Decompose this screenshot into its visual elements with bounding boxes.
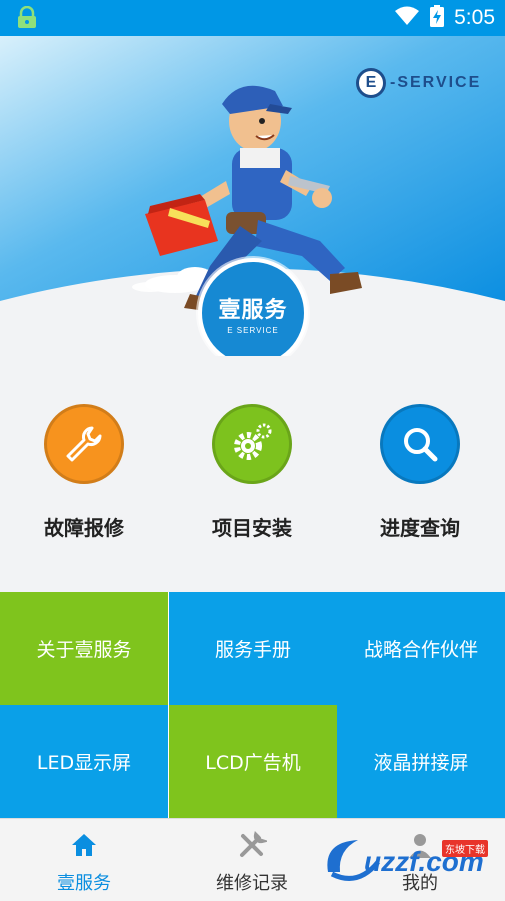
gear-icon <box>212 404 292 484</box>
site-watermark: uzzf.com 东坡下载 <box>318 832 498 892</box>
feature-label: 进度查询 <box>380 516 460 540</box>
feature-label: 项目安装 <box>212 516 292 540</box>
e-logo-mark: E <box>356 68 386 98</box>
grid-video-wall[interactable]: 液晶拼接屏 <box>337 705 505 818</box>
notification-lock-icon <box>14 5 40 30</box>
feature-label: 故障报修 <box>44 516 124 540</box>
status-bar: 5:05 <box>0 0 505 36</box>
watermark-sub: 东坡下载 <box>442 840 488 857</box>
home-icon <box>0 831 168 859</box>
hero-banner: E -SERVICE 壹服务 E SERVICE <box>0 36 505 356</box>
feature-row: 故障报修 项目安装 进度查询 <box>0 356 505 592</box>
grid-lcd-ad[interactable]: LCD广告机 <box>169 705 337 818</box>
feature-install[interactable]: 项目安装 <box>172 404 332 541</box>
grid-about[interactable]: 关于壹服务 <box>0 592 168 705</box>
e-service-logo: E -SERVICE <box>356 66 481 100</box>
tab-repair-records[interactable]: 维修记录 <box>168 819 336 901</box>
tab-home[interactable]: 壹服务 <box>0 819 168 901</box>
grid-partners[interactable]: 战略合作伙伴 <box>337 592 505 705</box>
wrench-icon <box>44 404 124 484</box>
feature-progress[interactable]: 进度查询 <box>340 404 500 541</box>
battery-icon <box>430 5 445 31</box>
tab-label: 壹服务 <box>57 873 111 894</box>
grid-led-display[interactable]: LED显示屏 <box>0 705 168 818</box>
wifi-icon <box>394 6 420 30</box>
grid-service-manual[interactable]: 服务手册 <box>169 592 337 705</box>
logo-main-text: 壹服务 <box>218 297 288 323</box>
e-service-wordmark: -SERVICE <box>390 74 482 91</box>
search-icon <box>380 404 460 484</box>
menu-grid: 关于壹服务 服务手册 战略合作伙伴 LED显示屏 LCD广告机 液晶拼接屏 <box>0 592 505 818</box>
clock-time: 5:05 <box>454 6 495 29</box>
tools-icon <box>168 831 336 859</box>
logo-sub-text: E SERVICE <box>227 325 279 335</box>
tab-label: 维修记录 <box>216 873 288 894</box>
feature-repair[interactable]: 故障报修 <box>4 404 164 541</box>
